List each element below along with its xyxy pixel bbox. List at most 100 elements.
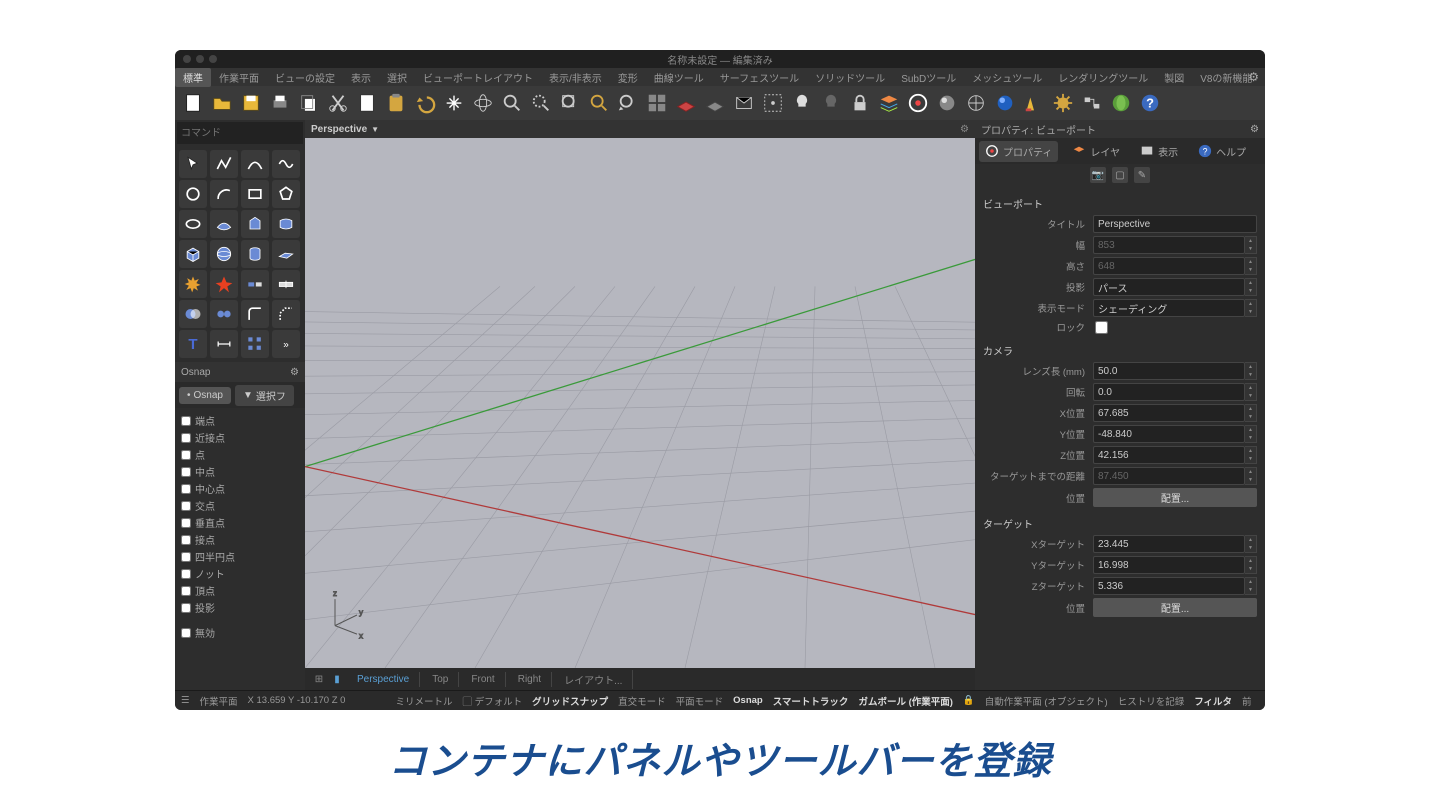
status-ortho[interactable]: 直交モード — [618, 694, 666, 708]
print-icon[interactable] — [266, 89, 294, 117]
gear-icon[interactable]: ⚙ — [1248, 70, 1259, 84]
surface-icon[interactable] — [210, 210, 238, 238]
gear-icon[interactable]: ⚙ — [1250, 124, 1259, 135]
place-camera-button[interactable]: 配置... — [1093, 488, 1257, 507]
viewport-label[interactable]: Perspective▼ ⚙ — [305, 120, 975, 138]
box-icon[interactable] — [179, 240, 207, 268]
tab-help[interactable]: ?ヘルプ — [1192, 141, 1252, 162]
status-filter[interactable]: フィルタ — [1194, 694, 1232, 708]
copy2-icon[interactable] — [353, 89, 381, 117]
wireframe-icon[interactable] — [962, 89, 990, 117]
boolean-icon[interactable] — [179, 300, 207, 328]
osnap-mid[interactable]: 中点 — [181, 463, 299, 480]
paste-icon[interactable] — [382, 89, 410, 117]
rotate-icon[interactable] — [469, 89, 497, 117]
osnap-project[interactable]: 投影 — [181, 599, 299, 616]
trim-icon[interactable] — [210, 270, 238, 298]
tab-perspective[interactable]: Perspective — [347, 672, 420, 687]
tab-subd[interactable]: SubDツール — [893, 68, 964, 87]
tab-render[interactable]: レンダリングツール — [1050, 68, 1156, 87]
tab-surface[interactable]: サーフェスツール — [712, 68, 807, 87]
tab-standard[interactable]: 標準 — [175, 68, 211, 87]
tab-viewset[interactable]: ビューの設定 — [267, 68, 343, 87]
tab-layer[interactable]: レイヤ — [1066, 141, 1126, 162]
chevron-down-icon[interactable]: ▼ — [371, 125, 379, 134]
osnap-vertex[interactable]: 頂点 — [181, 582, 299, 599]
tab-mesh[interactable]: メッシュツール — [964, 68, 1050, 87]
curve-icon[interactable] — [241, 150, 269, 178]
single-icon[interactable]: ▮ — [329, 674, 345, 685]
status-history[interactable]: ヒストリを記録 — [1118, 694, 1185, 708]
cut-icon[interactable] — [324, 89, 352, 117]
filter-tab[interactable]: ▼選択フ — [235, 385, 294, 406]
title-field[interactable]: Perspective — [1093, 215, 1257, 233]
osnap-cen[interactable]: 中心点 — [181, 480, 299, 497]
render2-icon[interactable] — [1020, 89, 1048, 117]
gear-icon[interactable]: ⚙ — [960, 124, 969, 135]
plane-icon[interactable] — [272, 240, 300, 268]
grasshopper2-icon[interactable] — [1107, 89, 1135, 117]
circle-icon[interactable] — [179, 180, 207, 208]
camera-icon[interactable]: 📷 — [1090, 167, 1106, 183]
lens-field[interactable]: 50.0 — [1093, 362, 1245, 380]
dimension-icon[interactable] — [210, 330, 238, 358]
osnap-quad[interactable]: 四半円点 — [181, 548, 299, 565]
sphere-icon[interactable] — [210, 240, 238, 268]
cylinder-icon[interactable] — [241, 240, 269, 268]
tab-visibility[interactable]: 表示/非表示 — [541, 68, 610, 87]
status-prev[interactable]: 前 — [1242, 694, 1252, 708]
osnap-point[interactable]: 点 — [181, 446, 299, 463]
window-controls[interactable] — [183, 55, 217, 63]
osnap-perp[interactable]: 垂直点 — [181, 514, 299, 531]
new-icon[interactable] — [179, 89, 207, 117]
osnap-tab[interactable]: •Osnap — [179, 387, 231, 404]
display-mode-select[interactable]: シェーディング — [1093, 299, 1245, 317]
array-icon[interactable] — [241, 330, 269, 358]
polygon-icon[interactable] — [272, 180, 300, 208]
text-icon[interactable]: T — [179, 330, 207, 358]
status-gridsnap[interactable]: グリッドスナップ — [532, 694, 608, 708]
cplane2-icon[interactable] — [701, 89, 729, 117]
target-z-field[interactable]: 5.336 — [1093, 577, 1245, 595]
ellipse-icon[interactable] — [179, 210, 207, 238]
grid-icon[interactable]: ⊞ — [311, 674, 327, 685]
help-icon[interactable]: ? — [1136, 89, 1164, 117]
tab-right[interactable]: Right — [508, 672, 552, 687]
tab-properties[interactable]: プロパティ — [979, 141, 1058, 162]
lock-icon[interactable]: 🔒 — [963, 695, 975, 706]
osnap-disable[interactable]: 無効 — [181, 624, 299, 641]
menu-icon[interactable]: ☰ — [181, 695, 190, 706]
osnap-near[interactable]: 近接点 — [181, 429, 299, 446]
tab-top[interactable]: Top — [422, 672, 459, 687]
zoom-window-icon[interactable] — [527, 89, 555, 117]
tab-display[interactable]: 表示 — [1134, 141, 1184, 162]
target-x-field[interactable]: 23.445 — [1093, 535, 1245, 553]
curve2-icon[interactable] — [272, 150, 300, 178]
x-field[interactable]: 67.685 — [1093, 404, 1245, 422]
status-smart[interactable]: スマートトラック — [773, 694, 849, 708]
zoom-extents-icon[interactable] — [556, 89, 584, 117]
command-line[interactable]: ▼ — [177, 122, 303, 144]
target-y-field[interactable]: 16.998 — [1093, 556, 1245, 574]
join-icon[interactable] — [272, 270, 300, 298]
status-autocplane[interactable]: 自動作業平面 (オブジェクト) — [985, 694, 1108, 708]
fillet-icon[interactable] — [241, 300, 269, 328]
tab-vplayout[interactable]: ビューポートレイアウト — [415, 68, 541, 87]
grasshopper-icon[interactable] — [1078, 89, 1106, 117]
status-units[interactable]: ミリメートル — [395, 694, 452, 708]
layers-icon[interactable] — [875, 89, 903, 117]
chamfer-icon[interactable] — [272, 300, 300, 328]
osnap-end[interactable]: 端点 — [181, 412, 299, 429]
tab-draft[interactable]: 製図 — [1156, 68, 1192, 87]
lock-icon[interactable] — [846, 89, 874, 117]
osnap-int[interactable]: 交点 — [181, 497, 299, 514]
viewport[interactable]: z y x — [305, 138, 975, 668]
tab-solid[interactable]: ソリッドツール — [807, 68, 893, 87]
extrude-icon[interactable] — [241, 210, 269, 238]
place-target-button[interactable]: 配置... — [1093, 598, 1257, 617]
undo-view-icon[interactable] — [614, 89, 642, 117]
options-icon[interactable] — [1049, 89, 1077, 117]
projection-select[interactable]: パース — [1093, 278, 1245, 296]
cplane-icon[interactable] — [672, 89, 700, 117]
named-view-icon[interactable] — [730, 89, 758, 117]
